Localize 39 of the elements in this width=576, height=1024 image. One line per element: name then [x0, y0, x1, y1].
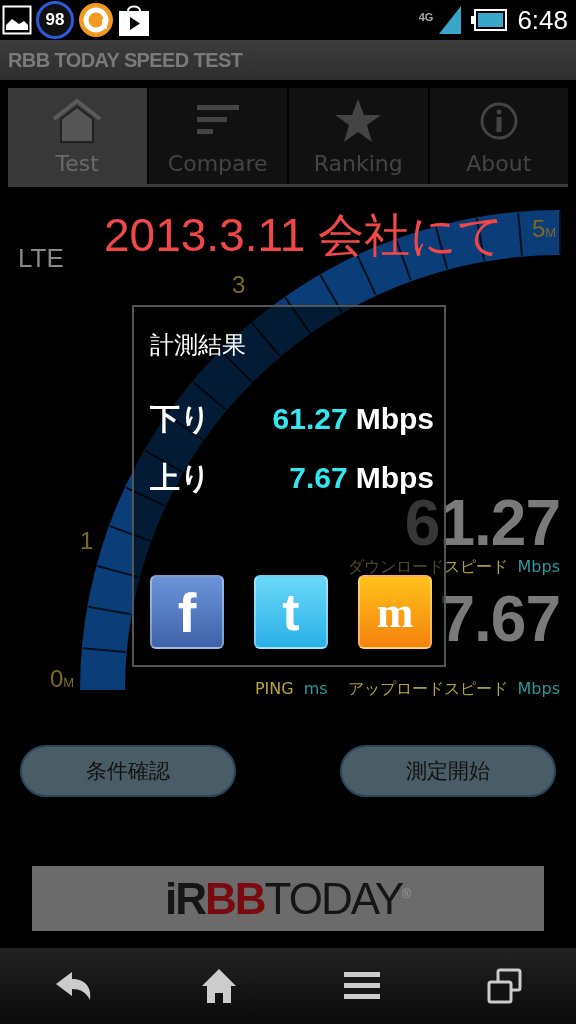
- result-label: 上り: [150, 459, 212, 497]
- scale-label: 3: [232, 271, 246, 299]
- app-title: RBB TODAY SPEED TEST: [8, 48, 243, 72]
- result-label: 下り: [150, 400, 212, 438]
- network-type: 4G: [418, 10, 434, 23]
- result-value: 61.27: [272, 402, 348, 436]
- home-icon[interactable]: [200, 968, 237, 1004]
- recent-apps-icon[interactable]: [486, 968, 523, 1004]
- unit-label: Mbps: [517, 556, 560, 578]
- scale-label: 5M: [532, 215, 557, 243]
- ring-icon: [78, 2, 114, 38]
- menu-icon[interactable]: [343, 970, 380, 1002]
- gallery-icon: [2, 5, 32, 35]
- unit-label: ms: [303, 678, 328, 700]
- result-value: 7.67: [289, 461, 348, 495]
- shopping-bag-icon: [118, 3, 150, 37]
- download-label: ダウンロードスピード: [347, 556, 508, 578]
- count-badge: 98: [36, 1, 74, 39]
- upload-label: アップロードスピード: [347, 678, 508, 700]
- result-unit: Mbps: [355, 461, 434, 495]
- unit-label: Mbps: [517, 678, 560, 700]
- result-unit: Mbps: [355, 402, 434, 436]
- banner[interactable]: iRBBTODAY$^{®}$: [32, 866, 544, 931]
- share-button[interactable]: t: [254, 575, 328, 649]
- action-button[interactable]: 測定開始: [340, 745, 556, 797]
- signal-icon: [439, 6, 462, 34]
- scale-label: 0M: [50, 665, 75, 693]
- network-label: LTE: [18, 243, 64, 274]
- brand-logo: iRBBTODAY$^{®}$: [165, 873, 411, 924]
- annotation-text: 2013.3.11 会社にて: [104, 208, 504, 263]
- ping-label: PING: [254, 678, 294, 700]
- share-button[interactable]: m: [358, 575, 432, 649]
- share-button[interactable]: f: [150, 575, 224, 649]
- scale-label: 1: [80, 527, 94, 555]
- action-button[interactable]: 条件確認: [20, 745, 236, 797]
- battery-icon: [471, 9, 508, 31]
- status-time: 6:48: [517, 4, 568, 36]
- dialog-title: 計測結果: [150, 330, 246, 361]
- house-icon: [52, 96, 103, 145]
